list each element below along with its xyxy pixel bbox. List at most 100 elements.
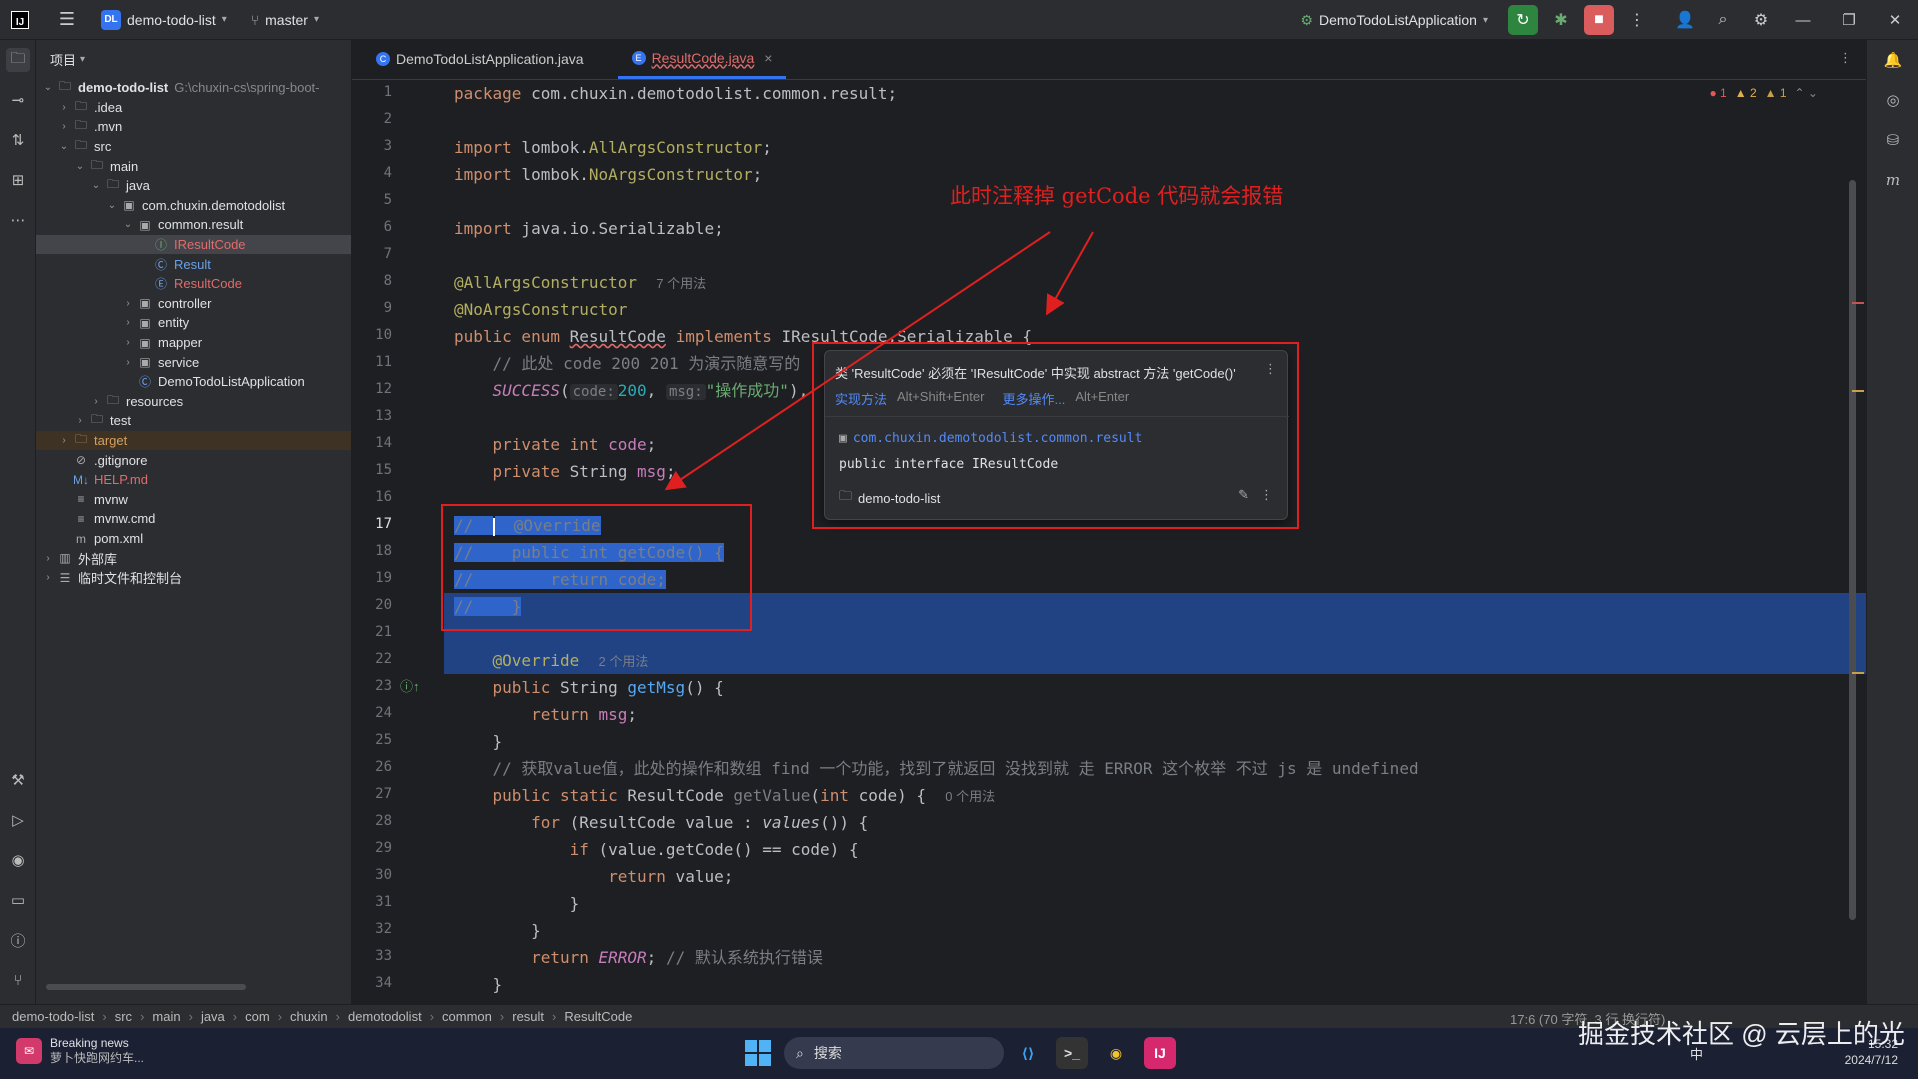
vcs-branch-switcher[interactable]: ⑂ master ▾ [251, 12, 319, 28]
usages-hint[interactable]: 0 个用法 [945, 789, 995, 804]
services-icon[interactable]: ◉ [6, 848, 30, 872]
line-number[interactable]: 7 [352, 246, 392, 262]
intellij-app-icon[interactable]: IJ [1144, 1037, 1176, 1069]
breadcrumb-item[interactable]: ResultCode [564, 1009, 632, 1024]
minimize-button[interactable]: — [1780, 0, 1826, 40]
tree-item[interactable]: ⌄ ▣ common.result [36, 215, 351, 235]
more-actions-icon[interactable]: ⋮ [1622, 5, 1652, 35]
tree-item[interactable]: ⌄ 🗀 java [36, 176, 351, 196]
tree-item[interactable]: ⌄ 🗀 src [36, 137, 351, 157]
search-icon[interactable]: ⌕ [1708, 5, 1738, 35]
breadcrumb-item[interactable]: src [115, 1009, 132, 1024]
breadcrumb-item[interactable]: result [512, 1009, 544, 1024]
chevron-down-icon[interactable]: ⌄ [40, 82, 56, 93]
tree-item[interactable]: ⊘ .gitignore [36, 450, 351, 470]
chevron-down-icon[interactable]: ⌄ [72, 161, 88, 172]
package-link[interactable]: com.chuxin.demotodolist.common.result [853, 431, 1143, 446]
tree-item[interactable]: M↓ HELP.md [36, 470, 351, 490]
tree-item[interactable]: Ⓒ Result [36, 254, 351, 274]
tree-item[interactable]: › 🗀 resources [36, 392, 351, 412]
terminal-icon[interactable]: ▭ [6, 888, 30, 912]
stop-button[interactable]: ■ [1584, 5, 1614, 35]
project-folder-icon[interactable]: 🗀 [6, 48, 30, 72]
line-number[interactable]: 4 [352, 165, 392, 181]
override-gutter-icon[interactable]: ⓘ↑ [400, 676, 420, 695]
chevron-right-icon[interactable]: › [40, 572, 56, 583]
code-editor[interactable]: package com.chuxin.demotodolist.common.r… [444, 80, 1866, 998]
usages-hint[interactable]: 2 个用法 [599, 654, 649, 669]
taskbar-search[interactable]: ⌕ 搜索 [784, 1037, 1004, 1069]
tree-item[interactable]: Ⓘ IResultCode [36, 234, 351, 255]
line-number[interactable]: 30 [352, 867, 392, 883]
tree-item[interactable]: Ⓒ DemoTodoListApplication [36, 372, 351, 392]
breadcrumb-item[interactable]: com [245, 1009, 270, 1024]
line-number[interactable]: 19 [352, 570, 392, 586]
debug-button[interactable]: ✱ [1546, 5, 1576, 35]
tree-item[interactable]: m pom.xml [36, 529, 351, 549]
line-number[interactable]: 1 [352, 84, 392, 100]
breadcrumb-item[interactable]: demotodolist [348, 1009, 422, 1024]
add-user-icon[interactable]: 👤 [1670, 5, 1700, 35]
line-number[interactable]: 5 [352, 192, 392, 208]
tree-item[interactable]: ⌄ 🗀 demo-todo-list G:\chuxin-cs\spring-boot… [36, 78, 351, 98]
build-hammer-icon[interactable]: ⚒ [6, 768, 30, 792]
more-tools-icon[interactable]: ⋯ [6, 208, 30, 232]
breadcrumb-item[interactable]: common [442, 1009, 492, 1024]
line-number[interactable]: 3 [352, 138, 392, 154]
chrome-icon[interactable]: ◉ [1100, 1037, 1132, 1069]
line-number[interactable]: 24 [352, 705, 392, 721]
tree-item[interactable]: › ▥ 外部库 [36, 548, 351, 568]
line-number[interactable]: 2 [352, 111, 392, 127]
chevron-right-icon[interactable]: › [56, 435, 72, 446]
warning-stripe-marker[interactable] [1852, 672, 1864, 674]
notifications-icon[interactable]: 🔔 [1881, 48, 1905, 72]
ai-assistant-icon[interactable]: ◎ [1881, 88, 1905, 112]
line-number[interactable]: 10 [352, 327, 392, 343]
line-number[interactable]: 16 [352, 489, 392, 505]
line-number[interactable]: 22 [352, 651, 392, 667]
main-menu-icon[interactable]: ☰ [47, 6, 87, 34]
line-number[interactable]: 6 [352, 219, 392, 235]
restore-button[interactable]: ❐ [1826, 0, 1872, 40]
chevron-right-icon[interactable]: › [56, 121, 72, 132]
structure-icon[interactable]: ⊞ [6, 168, 30, 192]
settings-gear-icon[interactable]: ⚙ [1746, 5, 1776, 35]
tab-demotodolistapplication[interactable]: C DemoTodoListApplication.java [362, 39, 598, 79]
tree-item[interactable]: ≡ mvnw [36, 490, 351, 510]
tree-item[interactable]: › ▣ service [36, 352, 351, 372]
vertical-scrollbar[interactable] [1849, 180, 1856, 920]
run-config-selector[interactable]: ⚙ DemoTodoListApplication ▾ [1300, 12, 1488, 29]
breadcrumb-item[interactable]: demo-todo-list [12, 1009, 94, 1024]
horizontal-scrollbar[interactable] [46, 984, 246, 990]
tree-item[interactable]: Ⓔ ResultCode [36, 274, 351, 294]
tree-item[interactable]: › ▣ entity [36, 313, 351, 333]
git-icon[interactable]: ⑂ [6, 968, 30, 992]
line-number[interactable]: 33 [352, 948, 392, 964]
chevron-right-icon[interactable]: › [120, 298, 136, 309]
project-panel-header[interactable]: 项目 ▾ [36, 40, 351, 78]
chevron-right-icon[interactable]: › [120, 337, 136, 348]
tree-item[interactable]: ≡ mvnw.cmd [36, 509, 351, 529]
line-number[interactable]: 9 [352, 300, 392, 316]
breadcrumb-item[interactable]: chuxin [290, 1009, 328, 1024]
chevron-down-icon[interactable]: ⌄ [56, 141, 72, 152]
breadcrumb-item[interactable]: main [152, 1009, 180, 1024]
chevron-right-icon[interactable]: › [120, 357, 136, 368]
tree-item[interactable]: ⌄ ▣ com.chuxin.demotodolist [36, 196, 351, 216]
close-window-button[interactable]: ✕ [1872, 0, 1918, 40]
line-number[interactable]: 32 [352, 921, 392, 937]
warning-stripe-marker[interactable] [1852, 390, 1864, 392]
news-widget[interactable]: ✉ Breaking news 萝卜快跑网约车... [16, 1036, 144, 1066]
tab-more-icon[interactable]: ⋮ [1839, 50, 1852, 66]
close-tab-icon[interactable]: × [764, 50, 772, 66]
tree-item[interactable]: › 🗀 test [36, 411, 351, 431]
tree-item[interactable]: › 🗀 target [36, 430, 351, 451]
line-number[interactable]: 12 [352, 381, 392, 397]
tab-resultcode[interactable]: E ResultCode.java × [617, 39, 787, 79]
run-icon[interactable]: ▷ [6, 808, 30, 832]
vscode-icon[interactable]: ⟨⟩ [1012, 1037, 1044, 1069]
usages-hint[interactable]: 7 个用法 [656, 276, 706, 291]
line-number[interactable]: 23 [352, 678, 392, 694]
line-number[interactable]: 31 [352, 894, 392, 910]
line-number[interactable]: 13 [352, 408, 392, 424]
